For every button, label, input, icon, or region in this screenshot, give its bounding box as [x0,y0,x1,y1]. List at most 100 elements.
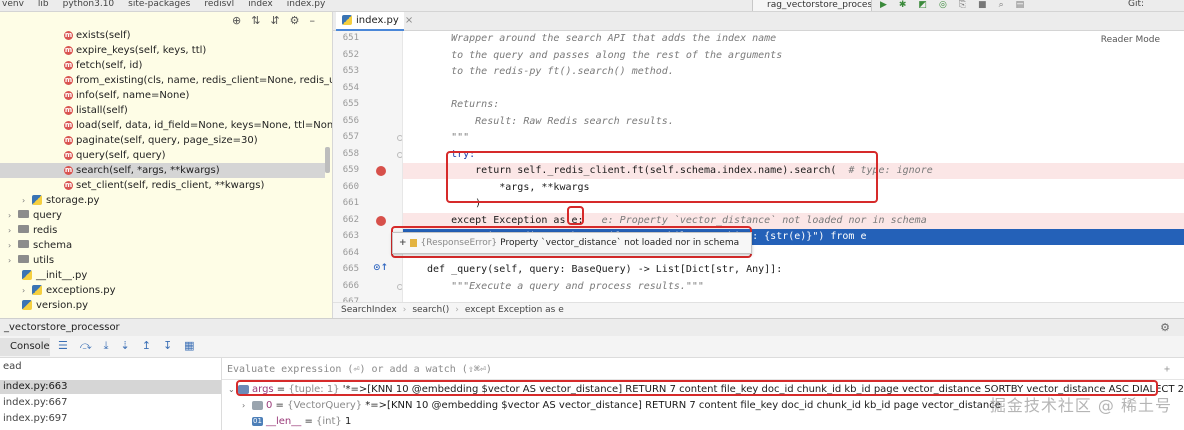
breadcrumb-item[interactable]: except Exception as e [465,305,564,315]
add-watch-icon[interactable]: + [1164,360,1170,380]
tab-index-py[interactable]: index.py × [336,12,413,31]
code-line[interactable]: to the query and passes along the rest o… [403,48,1184,64]
chevron-right-icon[interactable]: › [22,283,32,298]
path-crumb[interactable]: venv [2,0,24,9]
code-line[interactable]: Returns: [403,97,1184,113]
tree-item[interactable]: m info(self, name=None) [0,88,189,103]
editor-gutter[interactable]: 651 652 653 654 655 656 657 658 659 660 661 662 663 6… [333,31,403,302]
tree-item[interactable]: m load(self, data, id_field=None, keys=No… [0,118,332,133]
tree-item[interactable]: › query [0,208,62,223]
minimize-icon[interactable]: – [310,14,316,27]
folder-icon [18,240,29,248]
path-crumb[interactable]: site-packages [128,0,190,9]
step-into-my-code-icon[interactable]: ⇣ [121,339,130,353]
threads-menu-icon[interactable]: ☰ [58,339,68,353]
tree-item-label: schema [33,240,73,251]
code-line[interactable] [403,81,1184,97]
evaluate-expression-input[interactable]: Evaluate expression (⏎) or add a watch (… [222,360,1184,380]
tree-item-label: info(self, name=None) [76,90,190,101]
object-icon [252,400,263,410]
tree-item[interactable]: m exists(self) [0,28,130,43]
tree-item[interactable]: m query(self, query) [0,148,166,163]
tab-console[interactable]: Console [0,338,50,356]
profile-icon[interactable]: ◎ [939,0,947,11]
breadcrumb-item[interactable]: search() [412,305,449,315]
exception-value-tooltip[interactable]: + {ResponseError} Property `vector_distanc… [392,232,752,254]
stop-icon[interactable]: ■ [978,0,987,11]
expand-all-icon[interactable]: ⇅ [251,14,260,27]
evaluate-expression-icon[interactable]: ▦ [184,339,194,353]
close-icon[interactable]: × [405,15,413,26]
code-line[interactable]: Result: Raw Redis search results. [403,114,1184,130]
code-line[interactable]: """ [403,130,1184,146]
chevron-right-icon[interactable]: › [8,238,18,253]
step-out-icon[interactable]: ↥ [142,339,151,353]
debug-session-name[interactable]: _vectorstore_processor [4,322,120,333]
step-over-icon[interactable]: ⤼ [80,339,92,353]
path-crumb[interactable]: index.py [287,0,326,9]
variable-type: {VectorQuery} [287,400,363,411]
chevron-right-icon[interactable]: › [8,253,18,268]
implementation-marker-icon[interactable]: ⊙↑ [373,263,388,273]
chevron-right-icon[interactable]: › [22,193,32,208]
breakpoint-icon[interactable] [376,166,386,176]
code-text: Wrapper around the search API that adds … [427,33,777,44]
tree-item[interactable]: m fetch(self, id) [0,58,142,73]
code-text: """Execute a query and process results."… [427,280,704,292]
stack-frame[interactable]: index.py:667 [0,396,221,410]
path-crumb[interactable]: redisvl [204,0,234,9]
code-line[interactable] [403,295,1184,302]
vcs-label[interactable]: Git: [1128,0,1144,9]
code-line[interactable]: """Execute a query and process results."… [403,279,1184,295]
run-configuration-select[interactable]: rag_vectorstore_processor [752,0,872,11]
tree-item[interactable]: __init__.py [0,268,87,283]
inline-hint: e: Property `vector_distance` not loaded… [583,214,927,226]
tree-item[interactable]: › utils [0,253,54,268]
tree-item[interactable]: m set_client(self, redis_client, **kwargs… [0,178,264,193]
tree-item[interactable]: m from_existing(cls, name, redis_client=N… [0,73,332,88]
path-crumb[interactable]: index [248,0,273,9]
line-number: 656 [342,115,359,126]
tree-item[interactable]: version.py [0,298,88,313]
path-crumb[interactable]: lib [38,0,49,9]
tree-item[interactable]: › exceptions.py [0,283,116,298]
coverage-icon[interactable]: ◩ [918,0,927,11]
code-line[interactable]: to the redis-py ft().search() method. [403,64,1184,80]
breadcrumb-item[interactable]: SearchIndex [341,305,397,315]
stack-frame[interactable]: index.py:663 [0,380,221,394]
step-into-icon[interactable]: ⤓ [104,339,109,353]
locate-icon[interactable]: ⊕ [232,14,241,27]
python-file-icon [22,300,32,310]
tree-item[interactable]: m listall(self) [0,103,128,118]
run-icon[interactable]: ▶ [880,0,887,11]
line-number: 660 [342,181,359,192]
layout-icon[interactable]: ▤ [1016,0,1025,11]
gear-icon[interactable]: ⚙ [1160,319,1170,336]
tree-item[interactable]: m search(self, *args, **kwargs) [0,163,325,178]
attach-icon[interactable]: ⎘ [959,0,966,11]
chevron-right-icon[interactable]: › [242,399,252,413]
tree-item[interactable]: m paginate(self, query, page_size=30) [0,133,258,148]
collapse-all-icon[interactable]: ⇵ [270,14,279,27]
stack-frame[interactable]: index.py:697 [0,412,221,426]
project-scrollbar[interactable] [325,147,330,173]
path-crumb[interactable]: python3.10 [63,0,115,9]
code-line[interactable]: Wrapper around the search API that adds … [403,31,1184,47]
tree-item[interactable]: › redis [0,223,57,238]
tree-item[interactable]: m expire_keys(self, keys, ttl) [0,43,206,58]
editor-tab-bar: index.py × [333,12,1184,31]
chevron-right-icon[interactable]: › [8,223,18,238]
code-line[interactable]: def _query(self, query: BaseQuery) -> Li… [403,262,1184,278]
variable-row[interactable]: 01 __len__ = {int} 1 [222,415,1184,429]
chevron-right-icon[interactable]: › [8,208,18,223]
settings-icon[interactable]: ⚙ [290,14,300,27]
expand-plus-icon[interactable]: + [399,238,407,248]
breakpoint-icon[interactable] [376,215,386,226]
run-to-cursor-icon[interactable]: ↧ [163,339,172,353]
method-icon: m [64,90,73,100]
thread-selector[interactable]: ead [0,360,221,374]
tree-item[interactable]: › storage.py [0,193,99,208]
debug-icon[interactable]: ✱ [899,0,907,11]
search-everywhere-icon[interactable]: ⌕ [999,0,1004,11]
tree-item[interactable]: › schema [0,238,72,253]
